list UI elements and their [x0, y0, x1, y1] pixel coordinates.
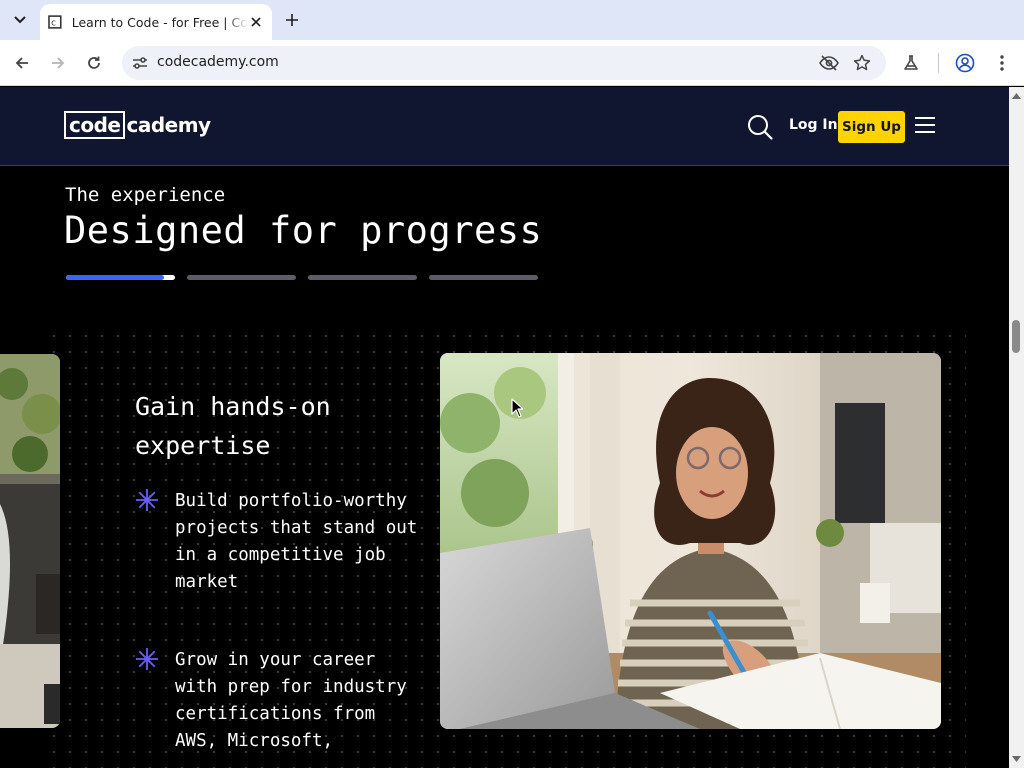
eye-off-tracking-icon[interactable]	[819, 53, 839, 73]
progress-segment-1[interactable]	[66, 275, 175, 280]
browser-tab-strip: c Learn to Code - for Free | Codecademy	[0, 0, 1024, 40]
card-bullet-1: Build portfolio-worthy projects that sta…	[135, 488, 425, 596]
tab-title: Learn to Code - for Free | Codecademy	[71, 14, 249, 30]
mouse-pointer-icon	[511, 398, 523, 418]
browser-toolbar: codecademy.com	[0, 40, 1024, 86]
card-bullet-2: Grow in your career with prep for indust…	[135, 647, 425, 755]
address-bar[interactable]: codecademy.com	[122, 46, 886, 80]
card-title: Gain hands-on expertise	[135, 392, 331, 460]
tab-search-chevron-icon[interactable]	[6, 8, 34, 32]
login-link[interactable]: Log In	[789, 117, 838, 133]
site-info-tune-icon[interactable]	[130, 53, 150, 73]
tab-close-icon[interactable]	[248, 14, 264, 30]
svg-text:c: c	[51, 18, 56, 28]
toolbar-divider	[938, 53, 939, 73]
browser-menu-kebab-icon[interactable]	[991, 52, 1013, 74]
new-tab-plus-icon[interactable]	[280, 8, 304, 32]
bookmark-star-icon[interactable]	[852, 53, 872, 73]
profile-avatar-icon[interactable]	[954, 52, 976, 74]
section-headline: Designed for progress	[64, 209, 543, 252]
reload-icon[interactable]	[82, 51, 106, 75]
page-scrollbar[interactable]	[1009, 87, 1024, 768]
url-text: codecademy.com	[157, 54, 279, 70]
scrollbar-thumb[interactable]	[1012, 320, 1020, 353]
scroll-up-arrow-icon[interactable]	[1012, 91, 1021, 100]
signup-button[interactable]: Sign Up	[838, 111, 905, 143]
search-icon[interactable]	[746, 113, 774, 141]
progress-segment-4[interactable]	[429, 275, 538, 280]
bullet-text: Build portfolio-worthy projects that sta…	[175, 491, 418, 592]
logo-boxed-text: code	[64, 111, 126, 139]
bullet-text: Grow in your career with prep for indust…	[175, 650, 407, 751]
previous-card-photo	[0, 354, 60, 728]
page-viewport: code cademy Log In Sign Up The experienc…	[0, 87, 1024, 768]
progress-segment-3[interactable]	[308, 275, 417, 280]
hamburger-menu-icon[interactable]	[914, 116, 936, 134]
progress-segment-2[interactable]	[187, 275, 296, 280]
scroll-down-arrow-icon[interactable]	[1012, 754, 1021, 763]
site-header: code cademy Log In Sign Up	[0, 87, 1009, 166]
labs-flask-icon[interactable]	[900, 52, 922, 74]
forward-arrow-icon[interactable]	[46, 51, 70, 75]
logo-rest-text: cademy	[126, 113, 211, 137]
asterisk-star-icon	[136, 648, 158, 670]
codecademy-logo[interactable]: code cademy	[64, 111, 211, 139]
codecademy-favicon-icon: c	[48, 15, 62, 29]
section-eyebrow: The experience	[65, 184, 226, 206]
asterisk-star-icon	[136, 489, 158, 511]
back-arrow-icon[interactable]	[10, 51, 34, 75]
progress-segment-fill	[66, 275, 165, 280]
browser-tab-active[interactable]: c Learn to Code - for Free | Codecademy	[40, 4, 272, 40]
carousel-progress	[66, 275, 538, 280]
